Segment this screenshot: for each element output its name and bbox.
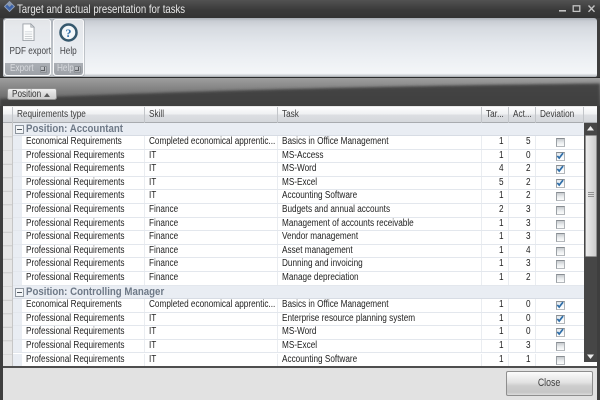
svg-text:?: ?: [66, 26, 72, 40]
